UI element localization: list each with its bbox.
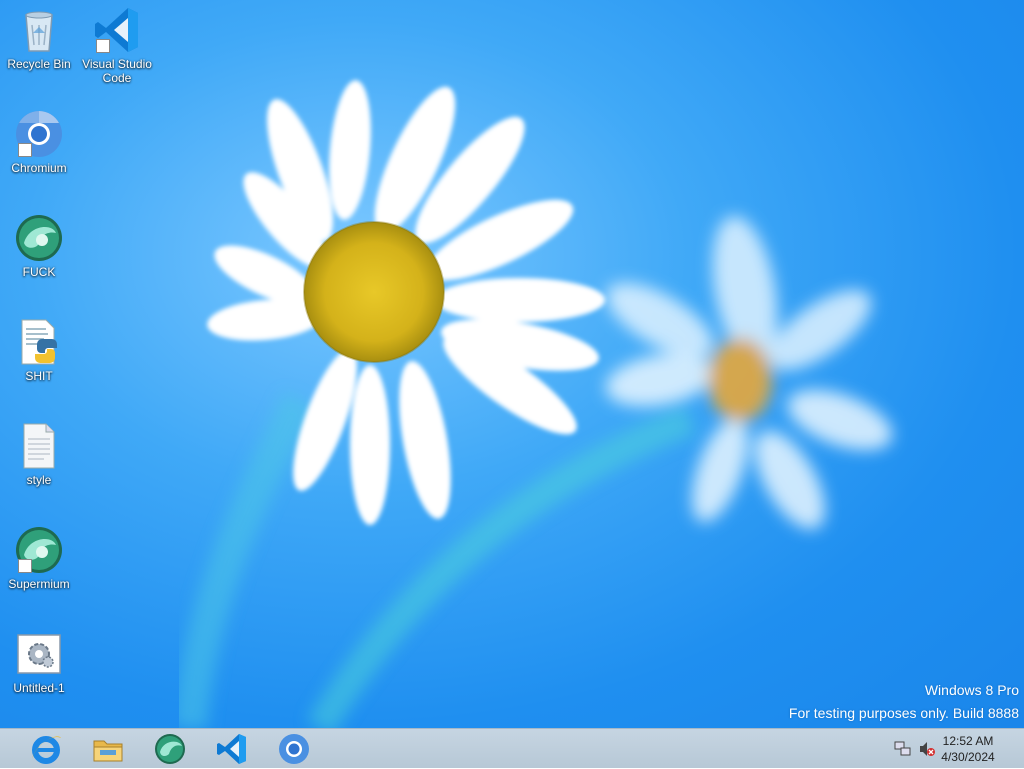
desktop-icon-supermium[interactable]: Supermium [0,525,78,591]
desktop-icon-untitled-1[interactable]: Untitled-1 [0,629,78,695]
desktop-icon-vscode[interactable]: Visual Studio Code [78,5,156,85]
shortcut-arrow-icon [18,559,32,573]
desktop-icon-label: Recycle Bin [7,57,71,71]
clock-time: 12:52 AM [942,734,994,748]
recycle-bin-icon [14,5,64,55]
taskbar-file-explorer[interactable] [80,731,136,767]
desktop-icon-label: SHIT [25,369,53,383]
taskbar-vscode[interactable] [204,731,260,767]
windows-watermark: Windows 8 Pro For testing purposes only.… [789,679,1019,725]
desktop-icon-fuck[interactable]: FUCK [0,213,78,279]
settings-file-icon [14,629,64,679]
taskbar-supermium[interactable] [142,731,198,767]
desktop-icon-label: FUCK [22,265,56,279]
supermium-icon [14,213,64,263]
supermium-icon [155,734,185,764]
internet-explorer-icon [32,736,61,764]
desktop-icon-label: Chromium [11,161,67,175]
taskbar: 12:52 AM 4/30/2024 [0,728,1024,768]
desktop[interactable]: Recycle Bin Visual Studio Code Chromium … [0,0,1024,728]
taskbar-chromium[interactable] [266,731,322,767]
text-file-icon [14,421,64,471]
chromium-icon [279,734,309,764]
clock-date: 4/30/2024 [941,750,995,764]
desktop-icon-chromium[interactable]: Chromium [0,109,78,175]
desktop-icon-label: Visual Studio Code [82,57,152,85]
desktop-icon-style[interactable]: style [0,421,78,487]
vscode-icon [92,5,142,55]
shortcut-arrow-icon [96,39,110,53]
network-icon[interactable] [894,740,912,758]
folder-icon [93,740,123,762]
taskbar-internet-explorer[interactable] [18,731,74,767]
python-file-icon [14,317,64,367]
desktop-icon-recycle-bin[interactable]: Recycle Bin [0,5,78,71]
watermark-edition: Windows 8 Pro [924,682,1019,698]
desktop-icon-shit[interactable]: SHIT [0,317,78,383]
chromium-icon [14,109,64,159]
taskbar-clock[interactable]: 12:52 AM 4/30/2024 [938,733,998,765]
desktop-icon-label: Supermium [8,577,70,591]
wallpaper [173,80,893,728]
system-tray: 12:52 AM 4/30/2024 [884,729,1024,769]
supermium-icon [14,525,64,575]
watermark-build: For testing purposes only. Build 8888 [788,705,1019,721]
desktop-icon-label: style [26,473,52,487]
volume-muted-icon[interactable] [918,740,936,758]
desktop-icon-label: Untitled-1 [13,681,65,695]
shortcut-arrow-icon [18,143,32,157]
vscode-icon [217,734,246,764]
